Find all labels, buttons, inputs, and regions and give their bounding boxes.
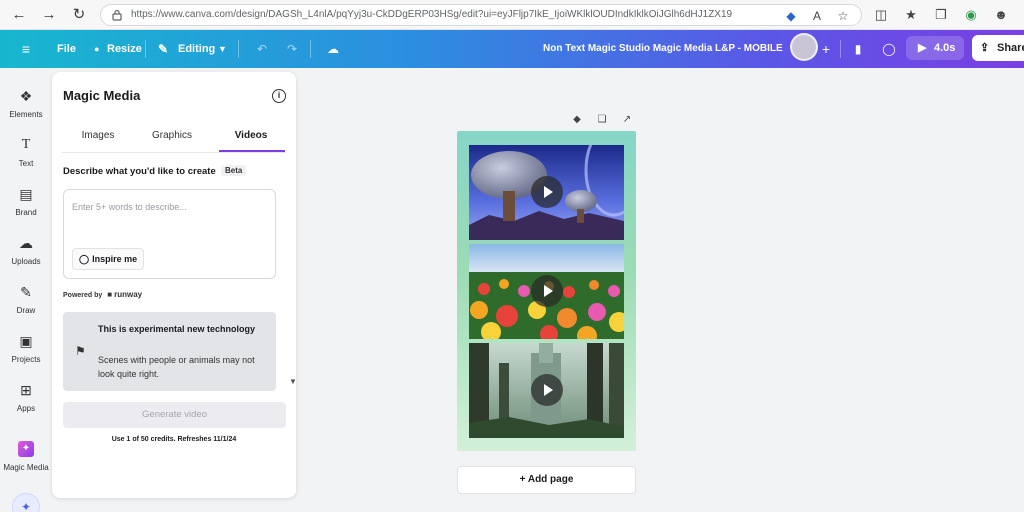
inspire-me-button[interactable]: ◯ Inspire me [72, 248, 145, 270]
share-button[interactable]: ⇪ Share [972, 35, 1024, 61]
panel-title: Magic Media [63, 88, 141, 103]
credits-text: Use 1 of 50 credits. Refreshes 11/1/24 [111, 436, 237, 443]
rail-item-apps[interactable]: ⊞ Apps [0, 382, 52, 428]
editor-header: ≡ File ● Resize ✎ Editing ▼ ↶ ↷ ☁ Non Te… [0, 30, 1024, 68]
brand-icon: ▤ [19, 186, 33, 202]
powered-by: Powered by ■ runway [63, 290, 142, 299]
flower-field-video[interactable] [469, 244, 624, 339]
rail-item-magic-media[interactable]: ✦ Magic Media [0, 441, 52, 487]
header-divider [310, 40, 311, 58]
undo-icon[interactable]: ↶ [254, 41, 270, 57]
redo-icon[interactable]: ↷ [284, 41, 300, 57]
add-page-icon[interactable]: ↗ [621, 114, 633, 126]
share-label: Share [997, 42, 1024, 54]
scroll-down-icon[interactable]: ▼ [289, 377, 297, 386]
refresh-icon[interactable]: ↻ [70, 6, 88, 24]
collections-icon[interactable]: ❐ [932, 6, 950, 24]
info-icon[interactable]: i [272, 89, 286, 103]
play-icon: ▶ [918, 42, 927, 54]
split-screen-icon[interactable]: ◫ [872, 6, 890, 24]
video-play-button[interactable] [531, 176, 563, 208]
present-play-button[interactable]: ▶ 4.0s [906, 36, 964, 60]
lock-icon [112, 9, 122, 21]
video-play-button[interactable] [531, 275, 563, 307]
flag-icon: ⚑ [75, 344, 86, 358]
runway-brand: runway [114, 290, 143, 299]
header-divider [145, 40, 146, 58]
rail-item-uploads[interactable]: ☁ Uploads [0, 235, 52, 281]
share-icon: ⇪ [980, 42, 990, 54]
rail-item-brand[interactable]: ▤ Brand [0, 186, 52, 232]
active-tab-indicator [219, 150, 285, 152]
browser-toolbar: ← → ↻ https://www.canva.com/design/DAGSh… [0, 0, 1024, 30]
lock-page-icon[interactable]: ◆ [571, 114, 583, 126]
rail-item-projects[interactable]: ▣ Projects [0, 333, 52, 379]
text-icon: T [21, 137, 31, 152]
tab-divider [62, 152, 286, 153]
prompt-box[interactable]: ◯Inspire me [63, 189, 276, 279]
resize-button[interactable]: Resize [107, 30, 142, 68]
design-page[interactable] [457, 131, 636, 451]
header-divider [840, 40, 841, 58]
runway-logo-icon: ■ [107, 290, 113, 299]
add-collaborator-icon[interactable]: + [818, 41, 834, 57]
avatar[interactable] [790, 33, 818, 61]
app-root: ← → ↻ https://www.canva.com/design/DAGSh… [0, 0, 1024, 512]
extension-icon[interactable]: ◆ [783, 8, 799, 24]
document-title[interactable]: Non Text Magic Studio Magic Media L&P - … [543, 30, 783, 68]
address-bar[interactable]: https://www.canva.com/design/DAGSh_L4nlA… [100, 4, 862, 26]
read-aloud-icon[interactable]: A [809, 8, 825, 24]
rail-item-draw[interactable]: ✎ Draw [0, 284, 52, 330]
prompt-input[interactable] [72, 198, 267, 216]
cloud-save-icon[interactable]: ☁ [325, 41, 341, 57]
rail-item-text[interactable]: T Text [0, 137, 52, 183]
tab-images[interactable]: Images [62, 130, 134, 141]
rail-item-elements[interactable]: ❖ Elements [0, 88, 52, 134]
alien-landscape-video[interactable] [469, 145, 624, 240]
play-duration: 4.0s [934, 42, 956, 54]
video-play-button[interactable] [531, 374, 563, 406]
back-icon[interactable]: ← [10, 6, 28, 24]
comment-icon[interactable]: ◯ [881, 41, 897, 57]
lightbulb-icon: ◯ [79, 254, 90, 264]
favorites-bar-icon[interactable]: ★ [902, 6, 920, 24]
tab-actions-icon[interactable]: ◉ [962, 6, 980, 24]
file-menu[interactable]: File [57, 30, 76, 68]
uploads-icon: ☁ [19, 235, 33, 251]
magic-assistant-icon[interactable]: ✦ [12, 493, 40, 512]
header-divider [238, 40, 239, 58]
generate-video-button[interactable]: Generate video [63, 402, 286, 428]
side-rail: ❖ Elements T Text ▤ Brand ☁ Uploads ✎ Dr… [0, 68, 52, 512]
apps-icon: ⊞ [20, 382, 32, 398]
projects-icon: ▣ [19, 333, 33, 349]
beta-badge: Beta [221, 165, 247, 176]
draw-icon: ✎ [20, 284, 32, 300]
url-text[interactable]: https://www.canva.com/design/DAGSh_L4nlA… [131, 9, 771, 20]
insights-chart-icon[interactable]: ▮ [850, 41, 866, 57]
experimental-notice: ⚑ This is experimental new technology Sc… [63, 312, 276, 391]
tab-videos[interactable]: Videos [215, 130, 287, 141]
hamburger-icon[interactable]: ≡ [18, 41, 34, 57]
editing-mode-button[interactable]: Editing [178, 30, 215, 68]
forward-icon[interactable]: → [40, 6, 58, 24]
profile-icon[interactable]: ☻ [992, 6, 1010, 24]
notice-body: Scenes with people or animals may not lo… [98, 355, 255, 379]
magic-media-panel: Magic Media i Images Graphics Videos Des… [52, 72, 297, 498]
inspire-label: Inspire me [92, 254, 138, 264]
forest-ruins-video[interactable] [469, 343, 624, 438]
powered-by-label: Powered by [63, 292, 103, 299]
describe-label: Describe what you'd like to create [63, 166, 216, 177]
add-page-button[interactable]: + Add page [457, 466, 636, 494]
chevron-down-icon[interactable]: ▼ [218, 30, 227, 68]
resize-icon: ● [94, 44, 100, 54]
elements-icon: ❖ [19, 88, 33, 104]
magic-media-icon: ✦ [18, 441, 34, 457]
notice-title: This is experimental new technology [98, 324, 256, 334]
duplicate-page-icon[interactable]: ❏ [596, 114, 608, 126]
pencil-icon: ✎ [158, 42, 169, 56]
favorite-icon[interactable]: ☆ [835, 8, 851, 24]
tab-graphics[interactable]: Graphics [136, 130, 208, 141]
